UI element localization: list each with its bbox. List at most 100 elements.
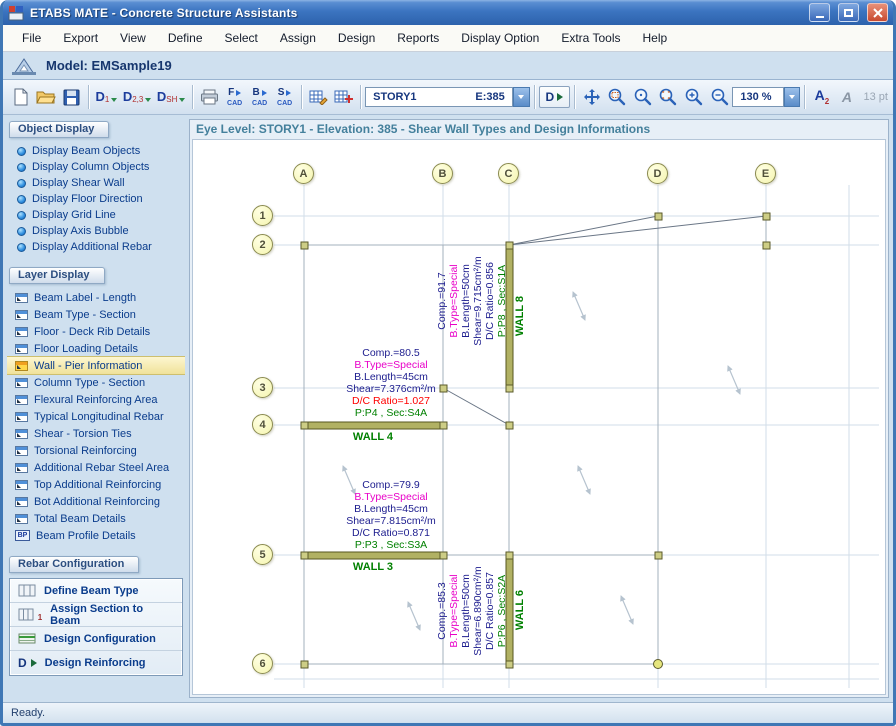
drawing-area[interactable]: A B C D E 1 2 3 4 5 6 Comp.=91.7 B.Type=… [192,139,886,695]
app-window: ETABS MATE - Concrete Structure Assistan… [0,0,896,726]
maximize-button[interactable] [838,3,859,22]
menu-display-option[interactable]: Display Option [450,25,550,51]
sidebar-item-display-beam-objects[interactable]: Display Beam Objects [7,143,185,159]
menu-help[interactable]: Help [631,25,678,51]
export-bcad-button[interactable]: B CAD [247,84,272,111]
layer-item-column-type-section[interactable]: Column Type - Section [7,374,185,391]
zoom-in-button[interactable] [681,84,707,111]
layer-item-flexural-reinforcing[interactable]: Flexural Reinforcing Area [7,391,185,408]
layer-item-floor-loading[interactable]: Floor Loading Details [7,340,185,357]
axis-bubble-3: 3 [252,377,273,398]
zoom-extents-button[interactable] [655,84,681,111]
sidebar-item-display-floor-direction[interactable]: Display Floor Direction [7,191,185,207]
sidebar-item-display-grid-line[interactable]: Display Grid Line [7,207,185,223]
save-button[interactable] [59,84,84,111]
canvas-panel: Eye Level: STORY1 - Elevation: 385 - She… [189,119,889,698]
zoom-dropdown-button[interactable] [784,87,801,107]
wall4-label: WALL 4 [338,431,408,443]
font-a2-icon: A2 [815,88,830,106]
rebar-item-define-beam-type[interactable]: Define Beam Type [10,579,182,603]
layer-item-shear-torsion-ties[interactable]: Shear - Torsion Ties [7,425,185,442]
zoom-window-button[interactable] [604,84,630,111]
font-italic-button[interactable]: A [834,84,859,111]
new-button[interactable] [8,84,33,111]
menu-view[interactable]: View [109,25,157,51]
sidebar-item-display-additional-rebar[interactable]: Display Additional Rebar [7,239,185,255]
display-dsh-button[interactable]: DSH [154,84,188,111]
layer-icon [15,327,28,337]
layer-icon [15,514,28,524]
display-d1-button[interactable]: D1 [93,84,120,111]
model-icon [11,56,37,76]
layer-item-torsional-reinforcing[interactable]: Torsional Reinforcing [7,442,185,459]
layer-item-top-additional-reinforcing[interactable]: Top Additional Reinforcing [7,476,185,493]
layer-item-beam-label-length[interactable]: Beam Label - Length [7,289,185,306]
zoom-level-combobox[interactable]: 130 % [732,87,783,107]
toolbar-separator [534,85,535,109]
menu-define[interactable]: Define [157,25,214,51]
rebar-item-design-reinforcing[interactable]: D Design Reinforcing [10,651,182,675]
sidebar-item-display-shear-wall[interactable]: Display Shear Wall [7,175,185,191]
layer-icon [15,344,28,354]
layer-item-additional-rebar-steel-area[interactable]: Additional Rebar Steel Area [7,459,185,476]
item-label: Display Grid Line [32,209,116,221]
sidebar-item-display-axis-bubble[interactable]: Display Axis Bubble [7,223,185,239]
layer-item-typical-longitudinal-rebar[interactable]: Typical Longitudinal Rebar [7,408,185,425]
story-dropdown-button[interactable] [513,87,530,107]
axis-bubble-D: D [647,163,668,184]
menu-extra-tools[interactable]: Extra Tools [550,25,631,51]
story-combobox[interactable]: STORY1 E:385 [365,87,513,107]
layer-display-header[interactable]: Layer Display [9,267,105,284]
axis-bubble-5: 5 [252,544,273,565]
display-d23-button[interactable]: D2,3 [120,84,154,111]
layer-item-bot-additional-reinforcing[interactable]: Bot Additional Reinforcing [7,493,185,510]
font-size-label: 13 pt [863,91,887,103]
font-a2-button[interactable]: A2 [809,84,834,111]
view-title: Eye Level: STORY1 - Elevation: 385 - She… [190,120,888,139]
menu-select[interactable]: Select [214,25,269,51]
bullet-icon [17,195,26,204]
close-icon [873,8,883,18]
export-scad-button[interactable]: S CAD [272,84,297,111]
layer-item-total-beam-details[interactable]: Total Beam Details [7,510,185,527]
item-label: Column Type - Section [34,377,145,389]
menu-reports[interactable]: Reports [386,25,450,51]
zoom-out-button[interactable] [707,84,733,111]
layer-item-floor-deck-rib[interactable]: Floor - Deck Rib Details [7,323,185,340]
rebar-item-design-configuration[interactable]: Design Configuration [10,627,182,651]
zoom-dynamic-button[interactable] [630,84,656,111]
design-reinforcing-icon: D [18,656,27,670]
minimize-button[interactable] [809,3,830,22]
menu-file[interactable]: File [11,25,52,51]
menu-export[interactable]: Export [52,25,109,51]
bullet-icon [17,211,26,220]
export-fcad-button[interactable]: F CAD [222,84,247,111]
bcad-icon: B CAD [252,88,267,107]
item-label: Design Reinforcing [45,657,146,669]
object-display-header[interactable]: Object Display [9,121,109,138]
layer-item-wall-pier-information[interactable]: Wall - Pier Information [7,357,185,374]
zoom-extents-icon [658,87,678,107]
zoom-out-icon [710,87,730,107]
open-button[interactable] [33,84,59,111]
draw-plan-button-2[interactable] [331,84,356,111]
new-file-icon [13,88,29,106]
rebar-item-assign-section[interactable]: 1 Assign Section to Beam [10,603,182,627]
menu-assign[interactable]: Assign [269,25,327,51]
item-label: Torsional Reinforcing [34,445,137,457]
print-button[interactable] [197,84,222,111]
layer-item-beam-profile-details[interactable]: BP Beam Profile Details [7,527,185,544]
open-folder-icon [36,89,56,105]
item-label: Display Shear Wall [32,177,125,189]
menu-design[interactable]: Design [327,25,386,51]
item-label: Define Beam Type [44,585,139,597]
sidebar-item-display-column-objects[interactable]: Display Column Objects [7,159,185,175]
toolbar-separator [804,85,805,109]
design-run-button[interactable]: D [539,86,571,108]
draw-plan-button-1[interactable] [306,84,331,111]
rebar-configuration-header[interactable]: Rebar Configuration [9,556,139,573]
pan-button[interactable] [579,84,604,111]
close-button[interactable] [867,3,888,22]
layer-item-beam-type-section[interactable]: Beam Type - Section [7,306,185,323]
item-label: Additional Rebar Steel Area [34,462,169,474]
